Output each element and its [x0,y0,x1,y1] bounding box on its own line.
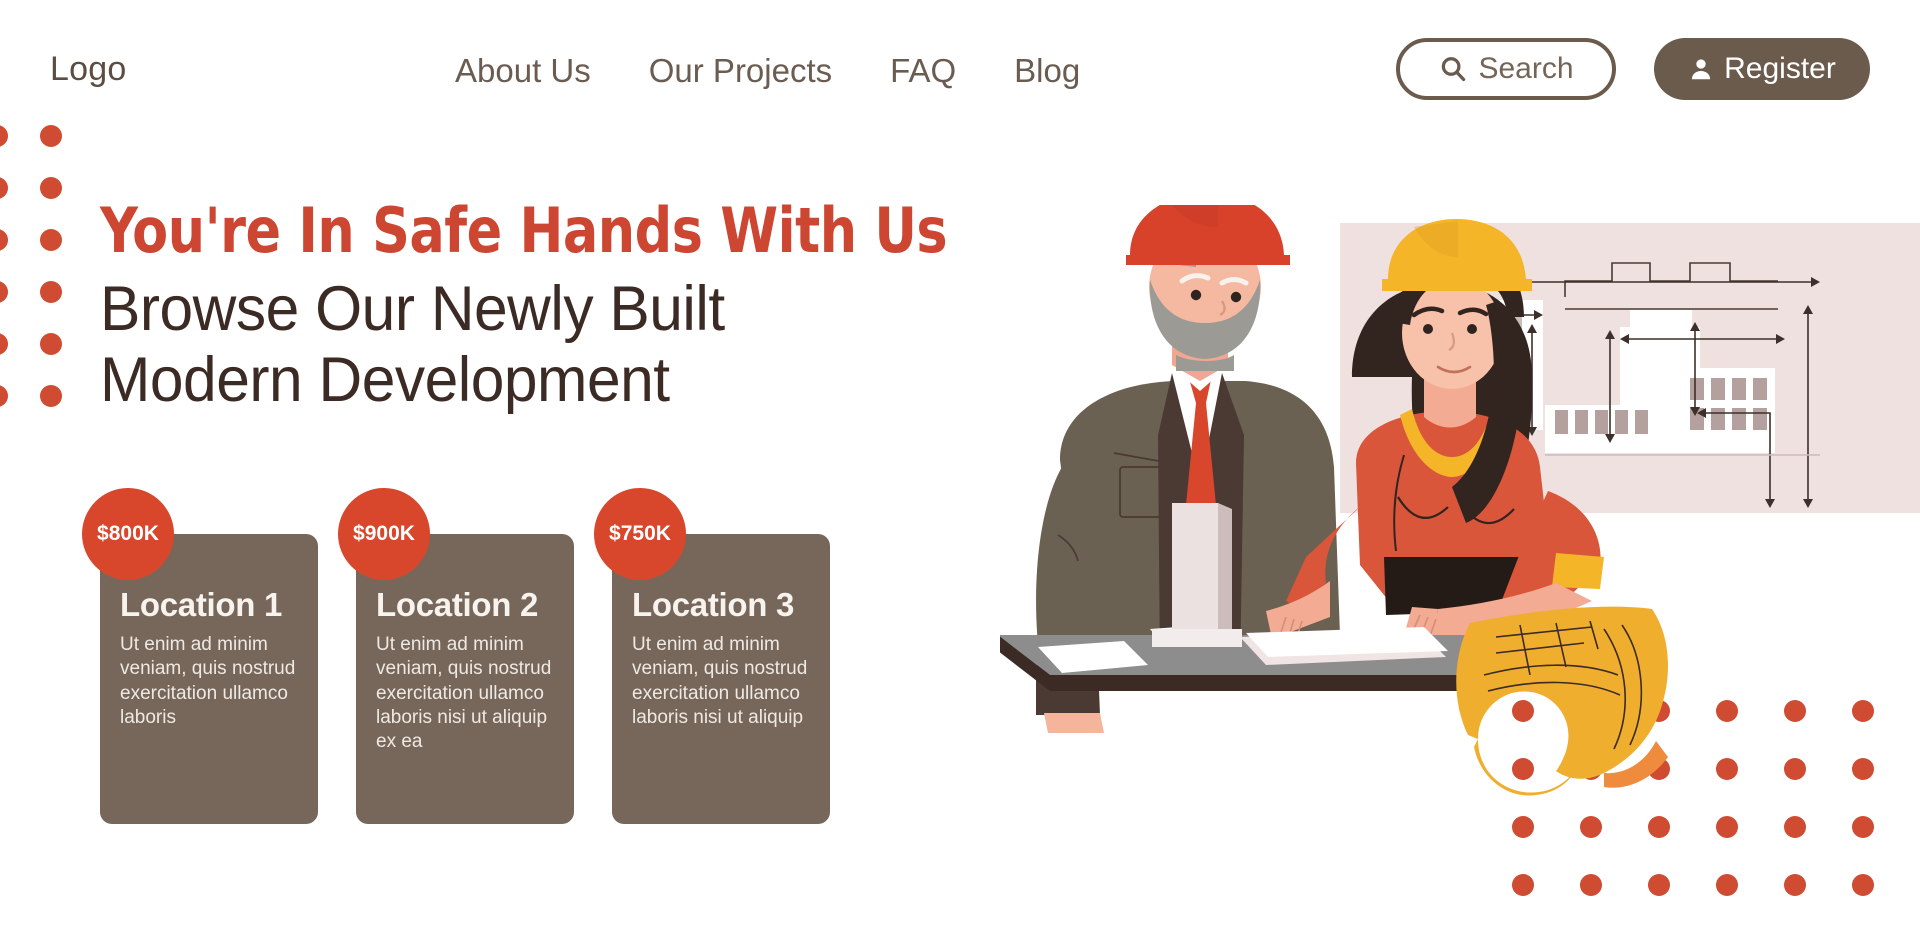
decor-left-row [0,385,94,407]
decorative-dot-grid-left [0,125,94,437]
hero-illustration [998,193,1920,905]
nav-item-about-us[interactable]: About Us [455,52,591,90]
location-card-title: Location 1 [120,586,283,623]
rolled-blueprint [1456,606,1668,796]
price-badge: $900K [338,488,430,580]
decor-left-dot [40,281,62,303]
page-title: You're In Safe Hands With Us [100,194,948,267]
site-header: Logo About Us Our Projects FAQ Blog Sear… [0,0,1920,120]
search-button[interactable]: Search [1396,38,1616,100]
decor-left-dot [0,333,8,355]
decor-left-row [0,125,94,147]
register-button-label: Register [1724,52,1836,85]
decor-left-dot [0,281,8,303]
decor-left-dot [0,125,8,147]
nav-item-faq[interactable]: FAQ [890,52,956,90]
price-badge-label: $900K [353,522,415,545]
decor-left-row [0,333,94,355]
location-card-title: Location 2 [376,586,539,623]
landing-page: Logo About Us Our Projects FAQ Blog Sear… [0,0,1920,931]
hero-subtitle-line-1: Browse Our Newly Built [100,274,725,344]
search-icon [1438,54,1468,84]
location-card-description: Ut enim ad minim veniam, quis nostrud ex… [632,634,808,728]
decor-left-dot [40,385,62,407]
decor-left-dot [0,385,8,407]
decor-left-row [0,281,94,303]
decor-left-dot [0,229,8,251]
hero-copy: You're In Safe Hands With Us Browse Our … [100,200,1000,415]
decor-left-row [0,177,94,199]
decor-left-dot [40,125,62,147]
hero-subtitle-line-2: Modern Development [100,344,670,415]
price-badge: $800K [82,488,174,580]
location-card[interactable]: $900K Location 2 Ut enim ad minim veniam… [338,488,574,824]
price-badge-label: $750K [609,522,671,545]
decor-left-dot [40,177,62,199]
decor-left-row [0,229,94,251]
location-card-list: $800K Location 1 Ut enim ad minim veniam… [82,488,830,824]
location-card-title: Location 3 [632,586,795,623]
price-badge-label: $800K [97,522,159,545]
register-button[interactable]: Register [1654,38,1870,100]
decor-left-dot [40,229,62,251]
main-navigation: About Us Our Projects FAQ Blog [455,52,1080,90]
nav-item-blog[interactable]: Blog [1014,52,1080,90]
location-card[interactable]: $800K Location 1 Ut enim ad minim veniam… [82,488,318,824]
decor-left-dot [40,333,62,355]
location-card-description: Ut enim ad minim veniam, quis nostrud ex… [120,634,296,728]
logo[interactable]: Logo [50,50,126,89]
user-icon [1688,56,1714,82]
nav-item-our-projects[interactable]: Our Projects [649,52,832,90]
location-card-description: Ut enim ad minim veniam, quis nostrud ex… [376,634,552,753]
price-badge: $750K [594,488,686,580]
location-card[interactable]: $750K Location 3 Ut enim ad minim veniam… [594,488,830,824]
search-button-label: Search [1478,52,1574,85]
decor-left-dot [0,177,8,199]
